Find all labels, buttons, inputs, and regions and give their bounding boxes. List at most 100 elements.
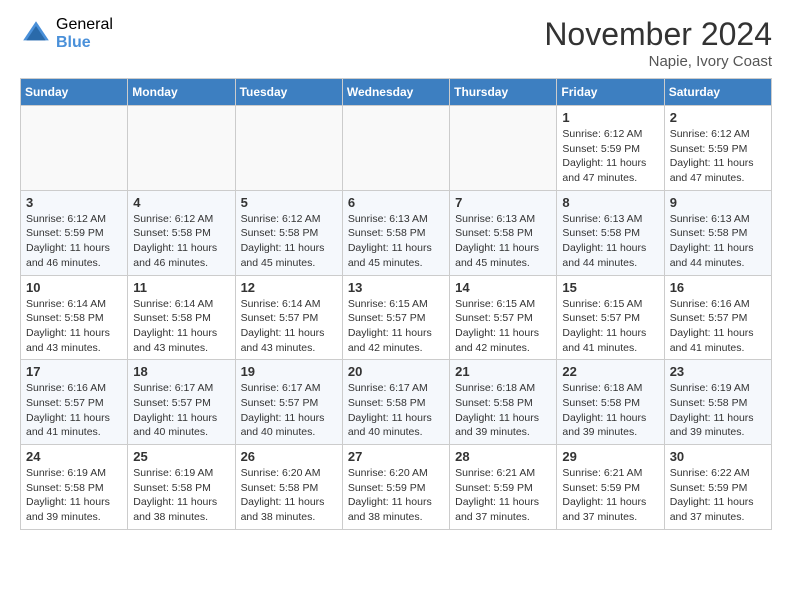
weekday-header: Monday (128, 79, 235, 106)
day-info: Sunrise: 6:13 AM Sunset: 5:58 PM Dayligh… (670, 212, 766, 271)
calendar-cell (450, 106, 557, 191)
day-number: 22 (562, 364, 658, 379)
logo-general: General (56, 16, 113, 34)
day-info: Sunrise: 6:19 AM Sunset: 5:58 PM Dayligh… (26, 466, 122, 525)
day-info: Sunrise: 6:20 AM Sunset: 5:58 PM Dayligh… (241, 466, 337, 525)
day-number: 25 (133, 449, 229, 464)
day-info: Sunrise: 6:13 AM Sunset: 5:58 PM Dayligh… (455, 212, 551, 271)
calendar-cell: 8Sunrise: 6:13 AM Sunset: 5:58 PM Daylig… (557, 190, 664, 275)
calendar-cell: 30 Sunrise: 6:22 AM Sunset: 5:59 PM Dayli… (664, 445, 771, 530)
day-info: Sunrise: 6:16 AM Sunset: 5:57 PM Dayligh… (670, 297, 766, 356)
day-number: 8 (562, 195, 658, 210)
day-info: Sunrise: 6:18 AM Sunset: 5:58 PM Dayligh… (455, 381, 551, 440)
calendar-cell: 25 Sunrise: 6:19 AM Sunset: 5:58 PM Dayli… (128, 445, 235, 530)
week-row: 17 Sunrise: 6:16 AM Sunset: 5:57 PM Dayli… (21, 360, 772, 445)
day-number: 4 (133, 195, 229, 210)
title-area: November 2024 Napie, Ivory Coast (544, 16, 772, 70)
calendar-cell: 27Sunrise: 6:20 AM Sunset: 5:59 PM Dayli… (342, 445, 449, 530)
day-info: Sunrise: 6:22 AM Sunset: 5:59 PM Dayligh… (670, 466, 766, 525)
weekday-header: Sunday (21, 79, 128, 106)
calendar-header-row: SundayMondayTuesdayWednesdayThursdayFrid… (21, 79, 772, 106)
calendar-cell: 26 Sunrise: 6:20 AM Sunset: 5:58 PM Dayli… (235, 445, 342, 530)
week-row: 10Sunrise: 6:14 AM Sunset: 5:58 PM Dayli… (21, 275, 772, 360)
logo: General Blue (20, 16, 113, 51)
day-info: Sunrise: 6:15 AM Sunset: 5:57 PM Dayligh… (562, 297, 658, 356)
calendar-cell (128, 106, 235, 191)
day-number: 23 (670, 364, 766, 379)
weekday-header: Saturday (664, 79, 771, 106)
calendar-cell: 9 Sunrise: 6:13 AM Sunset: 5:58 PM Daylig… (664, 190, 771, 275)
calendar-cell: 21 Sunrise: 6:18 AM Sunset: 5:58 PM Dayli… (450, 360, 557, 445)
day-number: 29 (562, 449, 658, 464)
calendar-cell: 6 Sunrise: 6:13 AM Sunset: 5:58 PM Daylig… (342, 190, 449, 275)
calendar-cell: 3 Sunrise: 6:12 AM Sunset: 5:59 PM Daylig… (21, 190, 128, 275)
calendar-cell: 23 Sunrise: 6:19 AM Sunset: 5:58 PM Dayli… (664, 360, 771, 445)
calendar-cell: 14 Sunrise: 6:15 AM Sunset: 5:57 PM Dayli… (450, 275, 557, 360)
day-info: Sunrise: 6:12 AM Sunset: 5:59 PM Dayligh… (562, 127, 658, 186)
day-number: 19 (241, 364, 337, 379)
calendar-cell: 16 Sunrise: 6:16 AM Sunset: 5:57 PM Dayli… (664, 275, 771, 360)
day-info: Sunrise: 6:19 AM Sunset: 5:58 PM Dayligh… (670, 381, 766, 440)
day-number: 26 (241, 449, 337, 464)
day-info: Sunrise: 6:12 AM Sunset: 5:58 PM Dayligh… (133, 212, 229, 271)
day-info: Sunrise: 6:12 AM Sunset: 5:59 PM Dayligh… (670, 127, 766, 186)
day-info: Sunrise: 6:21 AM Sunset: 5:59 PM Dayligh… (562, 466, 658, 525)
calendar-cell (235, 106, 342, 191)
calendar-cell: 17 Sunrise: 6:16 AM Sunset: 5:57 PM Dayli… (21, 360, 128, 445)
day-info: Sunrise: 6:12 AM Sunset: 5:59 PM Dayligh… (26, 212, 122, 271)
day-number: 12 (241, 280, 337, 295)
calendar-cell: 4 Sunrise: 6:12 AM Sunset: 5:58 PM Daylig… (128, 190, 235, 275)
day-number: 18 (133, 364, 229, 379)
day-number: 28 (455, 449, 551, 464)
month-title: November 2024 (544, 16, 772, 53)
calendar-cell: 20 Sunrise: 6:17 AM Sunset: 5:58 PM Dayli… (342, 360, 449, 445)
day-number: 1 (562, 110, 658, 125)
day-number: 13 (348, 280, 444, 295)
day-number: 11 (133, 280, 229, 295)
day-info: Sunrise: 6:17 AM Sunset: 5:58 PM Dayligh… (348, 381, 444, 440)
calendar-cell: 10Sunrise: 6:14 AM Sunset: 5:58 PM Dayli… (21, 275, 128, 360)
weekday-header: Thursday (450, 79, 557, 106)
calendar-cell (342, 106, 449, 191)
location-title: Napie, Ivory Coast (544, 53, 772, 70)
weekday-header: Tuesday (235, 79, 342, 106)
day-info: Sunrise: 6:14 AM Sunset: 5:57 PM Dayligh… (241, 297, 337, 356)
calendar-cell (21, 106, 128, 191)
day-number: 21 (455, 364, 551, 379)
day-number: 30 (670, 449, 766, 464)
calendar-cell: 28Sunrise: 6:21 AM Sunset: 5:59 PM Dayli… (450, 445, 557, 530)
day-info: Sunrise: 6:19 AM Sunset: 5:58 PM Dayligh… (133, 466, 229, 525)
day-number: 14 (455, 280, 551, 295)
day-number: 17 (26, 364, 122, 379)
calendar-cell: 18 Sunrise: 6:17 AM Sunset: 5:57 PM Dayli… (128, 360, 235, 445)
week-row: 24Sunrise: 6:19 AM Sunset: 5:58 PM Dayli… (21, 445, 772, 530)
day-number: 16 (670, 280, 766, 295)
day-info: Sunrise: 6:18 AM Sunset: 5:58 PM Dayligh… (562, 381, 658, 440)
calendar-cell: 19 Sunrise: 6:17 AM Sunset: 5:57 PM Dayli… (235, 360, 342, 445)
logo-blue: Blue (56, 34, 113, 52)
calendar-cell: 7Sunrise: 6:13 AM Sunset: 5:58 PM Daylig… (450, 190, 557, 275)
calendar-cell: 11Sunrise: 6:14 AM Sunset: 5:58 PM Dayli… (128, 275, 235, 360)
day-info: Sunrise: 6:16 AM Sunset: 5:57 PM Dayligh… (26, 381, 122, 440)
day-number: 3 (26, 195, 122, 210)
calendar-cell: 22 Sunrise: 6:18 AM Sunset: 5:58 PM Dayli… (557, 360, 664, 445)
calendar-cell: 29 Sunrise: 6:21 AM Sunset: 5:59 PM Dayli… (557, 445, 664, 530)
day-number: 20 (348, 364, 444, 379)
day-number: 9 (670, 195, 766, 210)
calendar-cell: 15Sunrise: 6:15 AM Sunset: 5:57 PM Dayli… (557, 275, 664, 360)
weekday-header: Wednesday (342, 79, 449, 106)
day-info: Sunrise: 6:17 AM Sunset: 5:57 PM Dayligh… (133, 381, 229, 440)
calendar-table: SundayMondayTuesdayWednesdayThursdayFrid… (20, 78, 772, 530)
week-row: 1 Sunrise: 6:12 AM Sunset: 5:59 PM Daylig… (21, 106, 772, 191)
day-number: 6 (348, 195, 444, 210)
day-info: Sunrise: 6:15 AM Sunset: 5:57 PM Dayligh… (455, 297, 551, 356)
day-info: Sunrise: 6:17 AM Sunset: 5:57 PM Dayligh… (241, 381, 337, 440)
day-info: Sunrise: 6:13 AM Sunset: 5:58 PM Dayligh… (348, 212, 444, 271)
day-info: Sunrise: 6:20 AM Sunset: 5:59 PM Dayligh… (348, 466, 444, 525)
weekday-header: Friday (557, 79, 664, 106)
day-info: Sunrise: 6:15 AM Sunset: 5:57 PM Dayligh… (348, 297, 444, 356)
logo-icon (20, 18, 52, 50)
week-row: 3 Sunrise: 6:12 AM Sunset: 5:59 PM Daylig… (21, 190, 772, 275)
calendar-cell: 13 Sunrise: 6:15 AM Sunset: 5:57 PM Dayli… (342, 275, 449, 360)
day-number: 2 (670, 110, 766, 125)
